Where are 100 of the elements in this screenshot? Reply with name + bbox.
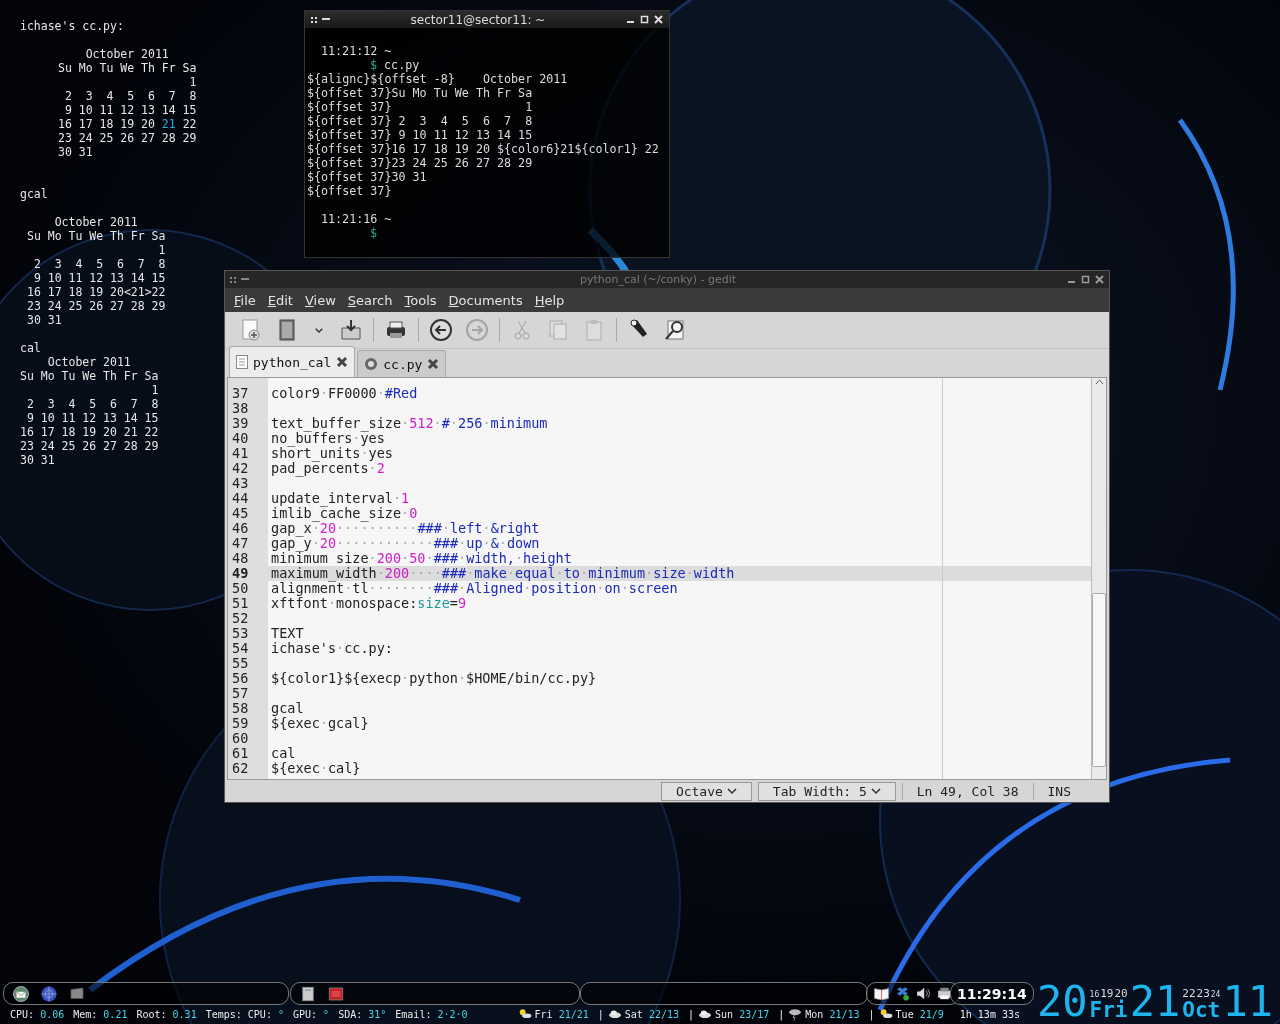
menu-item[interactable]: File bbox=[228, 290, 262, 310]
code-line: ${exec·gcal} bbox=[271, 716, 369, 731]
code-line: no_buffers·yes bbox=[271, 431, 385, 446]
terminal-line: $ cc.py bbox=[369, 58, 421, 72]
dropdown[interactable]: Tab Width: 5 bbox=[757, 781, 896, 801]
line-number: 37 bbox=[231, 386, 250, 401]
code-line: text_buffer_size·512·#·256·minimum bbox=[271, 416, 548, 431]
line-number: 40 bbox=[231, 431, 250, 446]
clock-digits: 20 bbox=[1037, 983, 1088, 1021]
clock-digits: 11 bbox=[1222, 983, 1273, 1021]
undo-icon[interactable] bbox=[429, 318, 453, 342]
line-number: 38 bbox=[231, 401, 250, 416]
line-number: 42 bbox=[231, 461, 250, 476]
window-icon[interactable] bbox=[327, 984, 345, 1003]
terminal-line: ${offset 37}Su Mo Tu We Th Fr Sa bbox=[307, 86, 534, 100]
line-number: 55 bbox=[231, 656, 250, 671]
separator-text: | bbox=[777, 1008, 785, 1020]
system-stat: SDA: 31° bbox=[338, 1008, 387, 1020]
grip-icon[interactable] bbox=[230, 276, 236, 283]
calendar-line: 23 24 25 26 27 28 29 bbox=[27, 299, 167, 313]
grip-icon[interactable] bbox=[311, 16, 317, 23]
file-tab[interactable]: python_cal bbox=[229, 346, 356, 377]
menu-item[interactable]: View bbox=[298, 290, 342, 310]
magnifier-page-icon[interactable] bbox=[663, 318, 687, 342]
calendar-line: 9 10 11 12 13 14 15 bbox=[32, 271, 167, 285]
code-line: gap_y·20············###·up·&·down bbox=[271, 536, 540, 551]
printer-icon[interactable] bbox=[936, 985, 953, 1002]
menu-item[interactable]: Search bbox=[341, 290, 399, 310]
speaker-icon[interactable] bbox=[915, 985, 932, 1002]
status-text: Ln 49, Col 38 bbox=[901, 782, 1033, 800]
line-number: 44 bbox=[231, 491, 250, 506]
clock-word: Fri bbox=[1089, 999, 1128, 1021]
caret-icon bbox=[870, 787, 881, 795]
code-line: gap_x·20··········###·left·&right bbox=[271, 521, 540, 536]
sun-cloud-icon bbox=[517, 1007, 532, 1021]
separator-text: | bbox=[687, 1008, 695, 1020]
code-line: update_interval·1 bbox=[271, 491, 410, 506]
sun-cloud-icon bbox=[878, 1007, 893, 1021]
clock-word: Oct bbox=[1182, 999, 1221, 1021]
close-icon[interactable] bbox=[427, 358, 440, 370]
line-number: 53 bbox=[231, 626, 250, 641]
menu-item[interactable]: Help bbox=[528, 290, 571, 310]
code-line: TEXT bbox=[271, 626, 304, 641]
scrollbar-thumb[interactable] bbox=[1092, 593, 1106, 767]
shade-icon[interactable] bbox=[322, 18, 330, 21]
terminal-line: $ bbox=[369, 226, 379, 240]
clock-small-digits: 23 bbox=[1196, 988, 1210, 999]
calendar-line: 23 24 25 26 27 28 29 bbox=[58, 131, 197, 145]
system-stat: Email: 2·2·0 bbox=[395, 1008, 468, 1020]
forecast-text: Tue 21/9 bbox=[895, 1008, 944, 1020]
terminal-line: ${offset 37}23 24 25 26 27 28 29 bbox=[307, 156, 534, 170]
terminal-line: ${offset 37} 9 10 11 12 13 14 15 bbox=[307, 128, 534, 142]
calendar-line: 30 31 bbox=[20, 453, 56, 467]
system-stat: Mem: 0.21 bbox=[73, 1008, 128, 1020]
code-line: ichase's·cc.py: bbox=[271, 641, 393, 656]
system-stat: GPU: ° bbox=[292, 1008, 330, 1020]
close-icon[interactable] bbox=[1095, 275, 1104, 284]
separator-text: | bbox=[867, 1008, 875, 1020]
menu-item[interactable]: Edit bbox=[261, 290, 299, 310]
save-icon[interactable] bbox=[339, 318, 363, 342]
calendar-line: 30 31 bbox=[27, 313, 63, 327]
globe-icon[interactable] bbox=[40, 984, 58, 1003]
window-title: sector11@sector11: ~ bbox=[409, 12, 547, 27]
calendar-line: 1 bbox=[188, 75, 197, 89]
scroll-up-icon[interactable] bbox=[1094, 378, 1104, 387]
conky-title: gcal bbox=[20, 187, 49, 201]
conky-title: ichase's cc.py: bbox=[20, 19, 125, 33]
menu-item[interactable]: Tools bbox=[398, 290, 443, 310]
code-line: maximum_width·200····###·make·equal·to·minimum·size·width bbox=[271, 566, 735, 581]
code-line: cal bbox=[271, 746, 296, 761]
line-number: 57 bbox=[231, 686, 250, 701]
text-file-icon bbox=[236, 355, 248, 369]
status-text: INS bbox=[1032, 782, 1085, 800]
terminal-line: ${alignc}${offset -8} October 2011 bbox=[307, 72, 569, 86]
code-line: ${color1}${execp·python·$HOME/bin/cc.py} bbox=[271, 671, 597, 686]
code-line: minimum_size·200·50·###·width,·height bbox=[271, 551, 572, 566]
terminal-line: ${offset 37} 1 bbox=[307, 100, 534, 114]
dropdown[interactable]: Octave bbox=[660, 781, 752, 801]
calendar-line: 30 31 bbox=[58, 145, 94, 159]
code-line: imlib_cache_size·0 bbox=[271, 506, 418, 521]
line-number: 54 bbox=[231, 641, 250, 656]
code-line: alignment·tl········###·Aligned·position·on·screen bbox=[271, 581, 678, 596]
calendar-line: Su Mo Tu We Th Fr Sa bbox=[27, 229, 167, 243]
mail-globe-icon[interactable] bbox=[12, 984, 30, 1003]
line-number: 56 bbox=[231, 671, 250, 686]
menu-item[interactable]: Documents bbox=[442, 290, 529, 310]
code-line: color9·FF0000·#Red bbox=[271, 386, 418, 401]
maximize-icon[interactable] bbox=[1081, 275, 1090, 284]
code-line: pad_percents·2 bbox=[271, 461, 385, 476]
calendar-line: 16 17 18 19 20<21>22 bbox=[27, 285, 167, 299]
window-title: python_cal (~/conky) - gedit bbox=[578, 273, 738, 286]
terminal-line: ${offset 37}16 17 18 19 20 ${color6}21${color1} 22 bbox=[307, 142, 660, 156]
file-tab[interactable]: cc.py bbox=[357, 350, 447, 377]
close-icon[interactable] bbox=[336, 356, 349, 368]
calendar-line: 16 17 18 19 20 21 22 bbox=[20, 425, 160, 439]
system-stat: Temps: CPU: ° bbox=[205, 1008, 284, 1020]
new-document-icon[interactable] bbox=[239, 318, 263, 342]
line-number: 41 bbox=[231, 446, 250, 461]
document-icon[interactable] bbox=[299, 984, 317, 1003]
scrollbar[interactable] bbox=[1091, 378, 1106, 779]
